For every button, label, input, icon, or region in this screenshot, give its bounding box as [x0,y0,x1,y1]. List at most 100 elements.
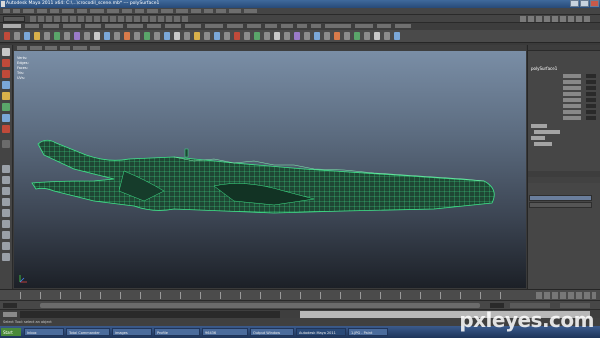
shape-node-label[interactable] [534,130,560,134]
maximize-button[interactable] [580,0,589,7]
taskbar-item[interactable]: images [112,328,152,336]
viewport-menu-item[interactable] [73,46,87,50]
shelf-tab[interactable] [43,24,59,28]
close-button[interactable] [590,0,599,7]
menu-item[interactable] [77,9,87,13]
menu-item[interactable] [62,9,74,13]
taskbar-item[interactable]: Output Window [250,328,294,336]
shelf-icon[interactable] [134,32,140,40]
shelf-icon[interactable] [4,32,10,40]
lasso-tool-icon[interactable] [2,59,10,67]
shelf-icon[interactable] [64,32,70,40]
shelf-icon[interactable] [24,32,30,40]
shelf-icon[interactable] [264,32,270,40]
menu-item[interactable] [147,9,158,13]
shelf-icon[interactable] [114,32,120,40]
shelf-icon[interactable] [54,32,60,40]
viewport-menu-item[interactable] [30,46,42,50]
menu-item[interactable] [216,9,226,13]
menu-item[interactable] [107,9,119,13]
menu-item[interactable] [191,9,201,13]
range-slider[interactable] [40,303,480,308]
menu-item[interactable] [37,9,47,13]
perspective-viewport[interactable]: Verts: Edges: Faces: Tris: UVs: [14,51,526,288]
shelf-icon[interactable] [244,32,250,40]
show-manipulator-icon[interactable] [2,125,10,133]
menu-item[interactable] [229,9,241,13]
viewport-menu-item[interactable] [17,46,27,50]
taskbar-item[interactable]: 1.JPG - Paint [348,328,388,336]
channel-attr-value[interactable] [586,116,596,120]
shelf-icon[interactable] [314,32,320,40]
shelf-icon[interactable] [254,32,260,40]
shelf-icon[interactable] [234,32,240,40]
layout-graph-icon[interactable] [2,209,10,217]
layout-render-icon[interactable] [2,231,10,239]
shelf-tab[interactable] [205,24,223,28]
shelf-tab[interactable] [265,24,277,28]
menu-item[interactable] [122,9,132,13]
shelf-icon[interactable] [174,32,180,40]
channel-attr-value[interactable] [586,98,596,102]
menu-item[interactable] [50,9,59,13]
shelf-icon[interactable] [384,32,390,40]
shelf-tab[interactable] [63,24,81,28]
taskbar-item-active[interactable]: Autodesk Maya 2011 [296,328,346,336]
shelf-icon[interactable] [194,32,200,40]
viewport-menu-item[interactable] [60,46,70,50]
shelf-tab[interactable] [127,24,143,28]
layout-four-icon[interactable] [2,176,10,184]
viewport-menu-item[interactable] [90,46,100,50]
shelf-tab[interactable] [105,24,123,28]
playback-controls[interactable] [536,292,596,299]
shelf-icon[interactable] [294,32,300,40]
layout-uv-icon[interactable] [2,242,10,250]
menu-item[interactable] [204,9,213,13]
paint-select-tool-icon[interactable] [2,70,10,78]
shelf-icon[interactable] [304,32,310,40]
shelf-icon[interactable] [44,32,50,40]
minimize-button[interactable] [570,0,579,7]
mel-toggle[interactable] [3,312,17,317]
layer-editor-menu[interactable] [528,177,600,183]
shelf-icon[interactable] [144,32,150,40]
shelf-tab[interactable] [395,24,411,28]
channel-attr-value[interactable] [586,110,596,114]
panel-toggle-icons[interactable] [520,16,590,22]
shelf-tab[interactable] [377,24,391,28]
last-tool-icon[interactable] [2,140,10,148]
channel-attr-value[interactable] [586,86,596,90]
taskbar-item[interactable]: Profile [154,328,200,336]
viewport-menu-item[interactable] [45,46,57,50]
shelf-icon[interactable] [344,32,350,40]
menu-item[interactable] [13,9,20,13]
shelf-tab[interactable] [355,24,373,28]
shelf-icon[interactable] [374,32,380,40]
shelf-tab[interactable] [325,24,351,28]
command-input[interactable] [20,311,280,318]
shelf-tab[interactable] [281,24,293,28]
shelf-tab[interactable] [25,24,39,28]
input-node-label[interactable] [534,142,552,146]
shelf-icon[interactable] [184,32,190,40]
shelf-icon[interactable] [274,32,280,40]
rotate-tool-icon[interactable] [2,92,10,100]
taskbar-item[interactable]: Total Commander [66,328,110,336]
shelf-icon[interactable] [74,32,80,40]
menu-item[interactable] [161,9,173,13]
shelf-icon[interactable] [34,32,40,40]
shelf-icon[interactable] [94,32,100,40]
shelf-tab[interactable] [3,24,21,28]
time-slider[interactable] [0,289,600,300]
shelf-tab[interactable] [85,24,101,28]
layout-hypershade-icon[interactable] [2,220,10,228]
shelf-tab[interactable] [165,24,181,28]
shelf-icon[interactable] [394,32,400,40]
shelf-icon[interactable] [204,32,210,40]
shelf-icon[interactable] [104,32,110,40]
menu-item[interactable] [244,9,257,13]
menu-set-dropdown[interactable] [3,16,25,22]
shelf-tab[interactable] [185,24,201,28]
move-tool-icon[interactable] [2,81,10,89]
menu-item[interactable] [176,9,188,13]
